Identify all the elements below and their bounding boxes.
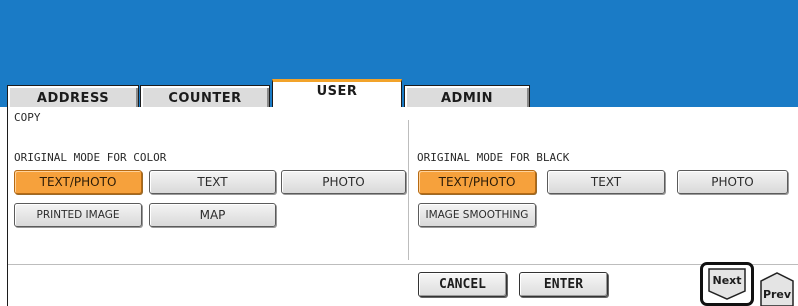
black-image-smoothing-button[interactable]: IMAGE SMOOTHING: [418, 203, 536, 227]
color-text-button[interactable]: TEXT: [149, 170, 276, 194]
tab-admin[interactable]: ADMIN: [404, 85, 530, 107]
color-map-button[interactable]: MAP: [149, 203, 276, 227]
color-printed-image-button[interactable]: PRINTED IMAGE: [14, 203, 142, 227]
color-photo-button[interactable]: PHOTO: [281, 170, 406, 194]
color-text-photo-button[interactable]: TEXT/PHOTO: [14, 170, 142, 194]
black-mode-heading: ORIGINAL MODE FOR BLACK: [417, 151, 570, 164]
prev-button[interactable]: Prev: [759, 271, 795, 306]
next-label: Next: [712, 274, 742, 287]
next-button[interactable]: Next: [707, 267, 747, 301]
tab-user[interactable]: USER: [272, 79, 402, 107]
enter-button[interactable]: ENTER: [519, 272, 608, 297]
black-text-photo-button[interactable]: TEXT/PHOTO: [418, 170, 536, 194]
color-mode-heading: ORIGINAL MODE FOR COLOR: [14, 151, 167, 164]
cancel-button[interactable]: CANCEL: [418, 272, 507, 297]
black-photo-button[interactable]: PHOTO: [677, 170, 788, 194]
tab-address[interactable]: ADDRESS: [7, 85, 139, 107]
column-divider: [408, 120, 409, 260]
footer-divider: [8, 264, 798, 265]
header-band: [0, 0, 798, 82]
tab-counter[interactable]: COUNTER: [140, 85, 270, 107]
prev-label: Prev: [762, 288, 792, 301]
black-text-button[interactable]: TEXT: [547, 170, 665, 194]
section-label: COPY: [14, 111, 41, 124]
